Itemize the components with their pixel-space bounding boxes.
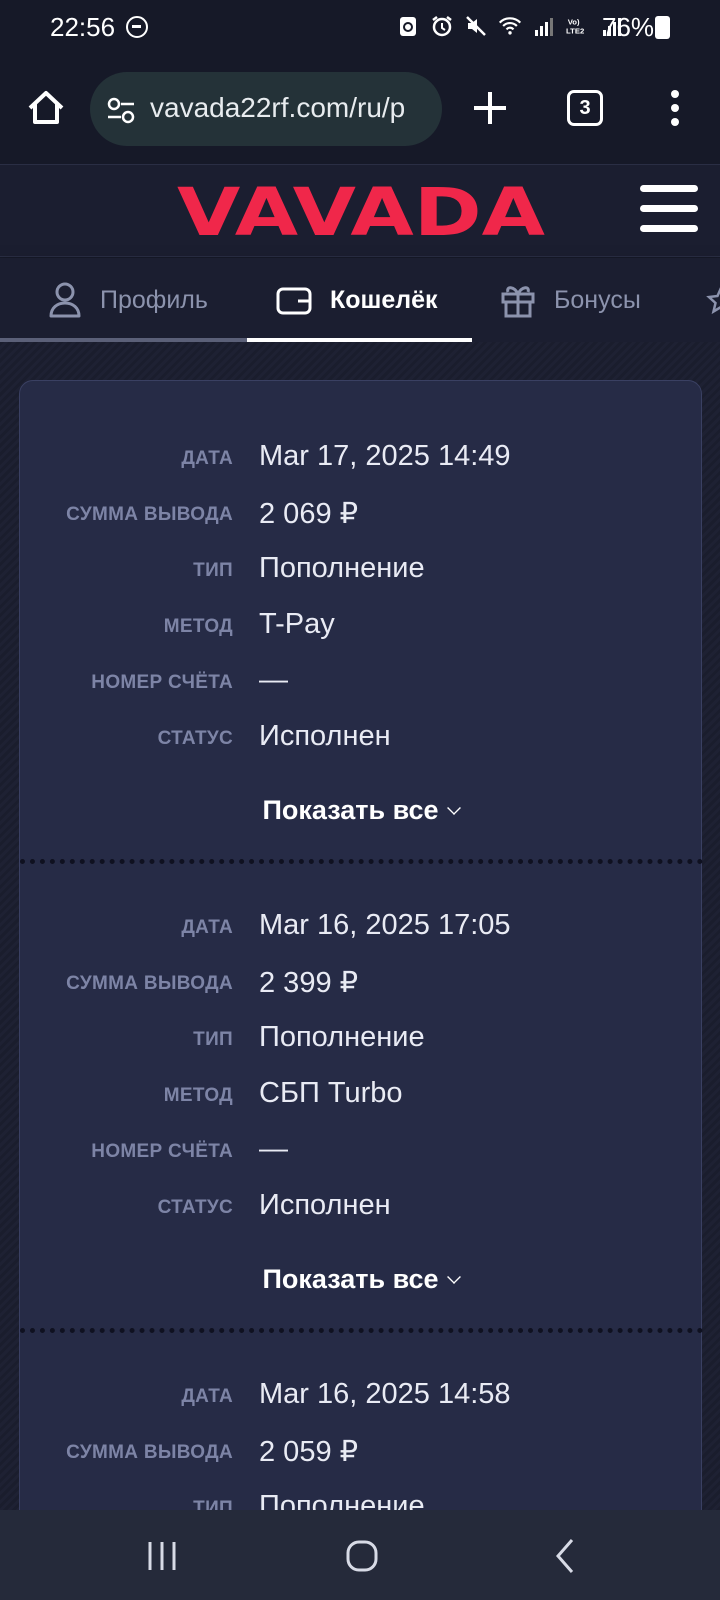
value-status: Исполнен (259, 720, 391, 752)
chevron-down-icon (446, 1270, 461, 1284)
more-options-icon[interactable] (660, 86, 690, 130)
wifi-icon (498, 17, 522, 35)
site-settings-icon[interactable] (106, 96, 136, 124)
signal-icon (535, 18, 553, 36)
label-amount: СУММА ВЫВОДА (66, 973, 233, 994)
clock: 22:56 (50, 12, 116, 42)
tab-wallet-label: Кошелёк (330, 285, 438, 314)
value-amount: 2 399 ₽ (259, 967, 359, 999)
row-status: СТАТУС Исполнен (20, 718, 703, 758)
home-nav-icon[interactable] (340, 1534, 384, 1578)
show-all-button[interactable]: Показать все (20, 1264, 703, 1295)
transactions-card: ДАТА Mar 17, 2025 14:49 СУММА ВЫВОДА 2 0… (19, 380, 703, 1510)
value-amount: 2 059 ₽ (259, 1436, 359, 1468)
label-type: ТИП (193, 1029, 233, 1050)
row-method: МЕТОД СБП Turbo (20, 1075, 703, 1115)
row-date: ДАТА Mar 17, 2025 14:49 (20, 438, 703, 478)
divider (20, 859, 703, 864)
wallet-history[interactable]: ДАТА Mar 17, 2025 14:49 СУММА ВЫВОДА 2 0… (0, 342, 720, 1510)
value-method: СБП Turbo (259, 1077, 403, 1109)
row-account: НОМЕР СЧЁТА — (20, 662, 703, 702)
new-tab-icon[interactable] (470, 88, 510, 128)
battery-icon (655, 16, 670, 39)
back-icon[interactable] (544, 1534, 588, 1578)
value-account: — (259, 1133, 288, 1165)
row-type: ТИП Пополнение (20, 550, 703, 590)
row-date: ДАТА Mar 16, 2025 17:05 (20, 907, 703, 947)
label-amount: СУММА ВЫВОДА (66, 1442, 233, 1463)
volte-lte2-icon: Vo)LTE2 (566, 17, 584, 36)
value-date: Mar 17, 2025 14:49 (259, 440, 511, 472)
status-bar: 22:56 Vo) LTE2 76% (0, 0, 720, 60)
svg-text:VAVADA: VAVADA (177, 177, 545, 243)
value-date: Mar 16, 2025 17:05 (259, 909, 511, 941)
label-account: НОМЕР СЧЁТА (91, 672, 233, 693)
label-date: ДАТА (181, 1386, 233, 1407)
row-type: ТИП Пополнение (20, 1019, 703, 1059)
recent-apps-icon[interactable] (140, 1534, 184, 1578)
svg-text:LTE2: LTE2 (566, 27, 584, 36)
tab-bonuses[interactable]: Бонусы (500, 258, 641, 342)
value-method: T-Pay (259, 608, 335, 640)
tab-switcher-button[interactable]: 3 (567, 90, 603, 126)
label-method: МЕТОД (163, 616, 233, 637)
tab-profile-label: Профиль (100, 285, 208, 314)
address-bar[interactable]: vavada22rf.com/ru/p (90, 72, 442, 146)
row-status: СТАТУС Исполнен (20, 1187, 703, 1227)
tab-next-partial[interactable] (706, 258, 720, 342)
label-type: ТИП (193, 560, 233, 581)
value-type: Пополнение (259, 1490, 425, 1510)
home-icon[interactable] (24, 86, 68, 130)
url-text[interactable]: vavada22rf.com/ru/p (150, 92, 405, 124)
label-account: НОМЕР СЧЁТА (91, 1141, 233, 1162)
value-amount: 2 069 ₽ (259, 498, 359, 530)
row-account: НОМЕР СЧЁТА — (20, 1131, 703, 1171)
status-icons: Vo) LTE2 (396, 14, 624, 38)
mute-icon (466, 16, 486, 36)
site-header: VAVADA (0, 164, 720, 257)
user-icon (49, 282, 81, 318)
label-type: ТИП (193, 1498, 233, 1510)
row-type: ТИП Пополнение (20, 1488, 703, 1510)
label-method: МЕТОД (163, 1085, 233, 1106)
star-icon (706, 287, 720, 315)
row-amount: СУММА ВЫВОДА 2 399 ₽ (20, 963, 703, 1003)
label-status: СТАТУС (157, 728, 233, 749)
label-amount: СУММА ВЫВОДА (66, 504, 233, 525)
show-all-button[interactable]: Показать все (20, 795, 703, 826)
tab-profile[interactable]: Профиль (48, 258, 208, 342)
value-type: Пополнение (259, 1021, 425, 1053)
value-account: — (259, 664, 288, 696)
row-method: МЕТОД T-Pay (20, 606, 703, 646)
show-all-label: Показать все (262, 795, 439, 825)
value-type: Пополнение (259, 552, 425, 584)
gift-icon (501, 286, 535, 318)
browser-toolbar: vavada22rf.com/ru/p 3 (0, 60, 720, 164)
alarm-icon (432, 16, 452, 37)
label-date: ДАТА (181, 448, 233, 469)
wallet-icon (276, 287, 312, 315)
account-tabs: Профиль Кошелёк Бонусы (0, 258, 720, 342)
row-amount: СУММА ВЫВОДА 2 069 ₽ (20, 494, 703, 534)
vavada-logo[interactable]: VAVADA (172, 177, 550, 243)
divider (20, 1328, 703, 1333)
row-date: ДАТА Mar 16, 2025 14:58 (20, 1376, 703, 1416)
row-amount: СУММА ВЫВОДА 2 059 ₽ (20, 1432, 703, 1472)
system-nav-bar (0, 1510, 720, 1600)
show-all-label: Показать все (262, 1264, 439, 1294)
sync-icon (400, 17, 416, 36)
label-date: ДАТА (181, 917, 233, 938)
label-status: СТАТУС (157, 1197, 233, 1218)
value-date: Mar 16, 2025 14:58 (259, 1378, 511, 1410)
dnd-icon (126, 16, 148, 38)
menu-icon[interactable] (640, 185, 698, 233)
battery-percent: 76% (602, 12, 655, 42)
tab-wallet[interactable]: Кошелёк (276, 258, 438, 342)
svg-text:Vo): Vo) (568, 17, 580, 26)
chevron-down-icon (446, 801, 461, 815)
tab-bonuses-label: Бонусы (554, 285, 641, 314)
value-status: Исполнен (259, 1189, 391, 1221)
